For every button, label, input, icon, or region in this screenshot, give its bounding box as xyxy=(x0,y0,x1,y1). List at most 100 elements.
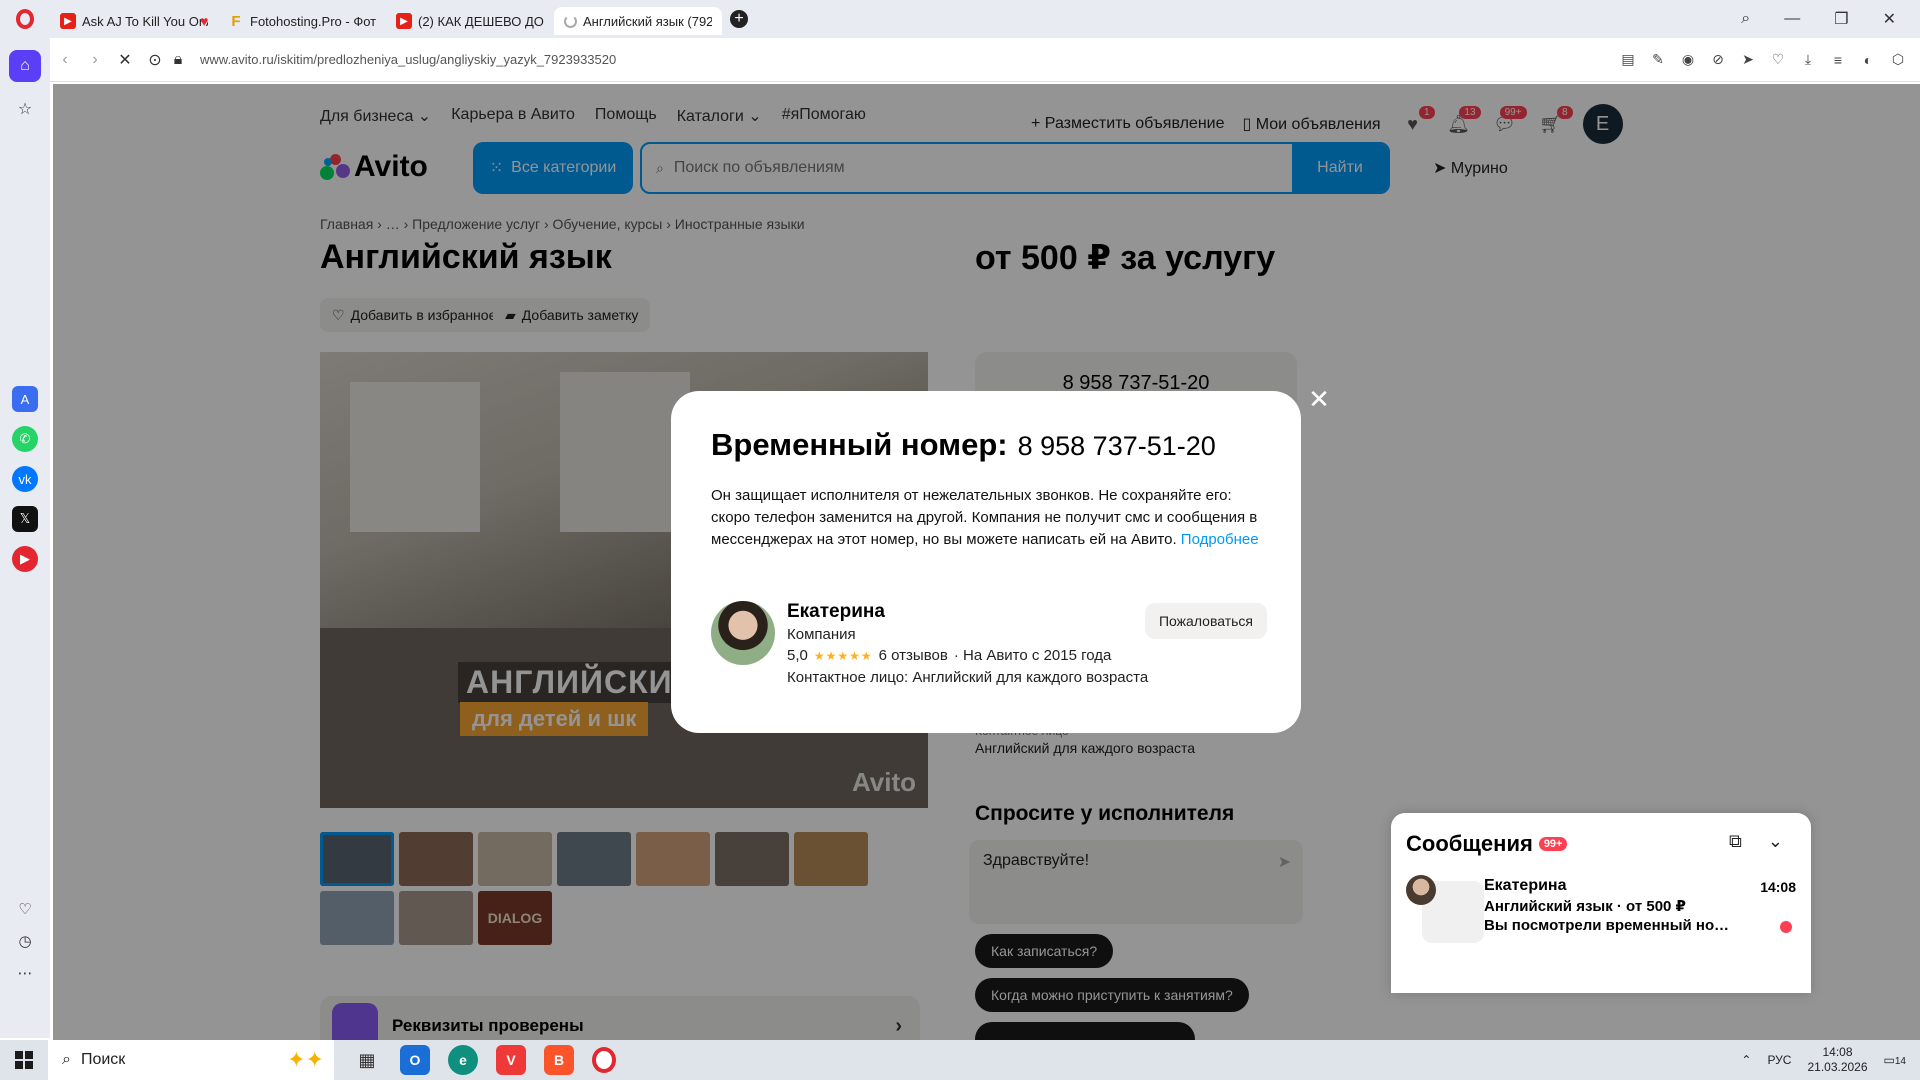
notifications-icon[interactable]: ▭14 xyxy=(1884,1053,1906,1067)
reader-icon[interactable]: ▤ xyxy=(1620,51,1636,68)
edge-icon[interactable]: e xyxy=(448,1045,478,1075)
star-icon: ★★★★★ xyxy=(813,648,873,663)
address-bar: ‹ › ✕ ⊙ 🔒︎ www.avito.ru/iskitim/predlozh… xyxy=(50,38,1920,82)
new-tab-button[interactable]: + xyxy=(730,10,748,28)
edit-icon[interactable]: ✎ xyxy=(1650,51,1666,68)
browser-sidebar: ⌂ ☆ A ✆ vk 𝕏 ▶ ♡ ◷ ⋯ xyxy=(0,38,50,1038)
clock-date: 21.03.2026 xyxy=(1807,1060,1868,1074)
tray-chevron-icon[interactable]: ⌃ xyxy=(1741,1053,1751,1067)
clock[interactable]: 14:08 21.03.2026 xyxy=(1807,1045,1867,1075)
collapse-chevron-icon[interactable]: ⌄ xyxy=(1768,831,1783,852)
message-sender: Екатерина xyxy=(1484,877,1567,894)
close-icon[interactable]: ✕ xyxy=(1306,386,1332,412)
fotohosting-icon: F xyxy=(231,12,241,30)
more-icon[interactable]: ⋯ xyxy=(12,960,38,986)
opera-icon[interactable] xyxy=(592,1047,616,1073)
browser-tab-2[interactable]: F Fotohosting.Pro - Фотохо xyxy=(218,7,386,35)
close-window-icon[interactable]: ✕ xyxy=(1883,9,1896,29)
temporary-number-dialog: Временный номер: 8 958 737-51-20 Он защи… xyxy=(671,391,1301,733)
messages-tools: ⧉ ⌄ xyxy=(1729,831,1783,852)
browser-tab-1[interactable]: ▶ Ask AJ To Kill You Or Ask ♥ xyxy=(50,7,218,35)
description-text: Он защищает исполнителя от нежелательных… xyxy=(711,487,1258,548)
language-indicator[interactable]: РУС xyxy=(1767,1053,1791,1067)
window-controls: ⌕ — ❐ ✕ xyxy=(1741,9,1920,29)
whatsapp-icon[interactable]: ✆ xyxy=(12,426,38,452)
address-bar-tools: ▤ ✎ ◉ ⊘ ➤ ♡ ⤓ ≡ ◐ ⬡ xyxy=(1620,51,1920,68)
search-icon: ⌕ xyxy=(62,1051,71,1068)
messages-title: Сообщения 99+ xyxy=(1406,831,1568,857)
youtube-icon: ▶ xyxy=(60,13,76,29)
youtube-icon: ▶ xyxy=(396,13,412,29)
download-icon[interactable]: ⤓ xyxy=(1800,51,1816,68)
easy-setup-icon[interactable]: ≡ xyxy=(1830,52,1846,68)
message-subject: Английский язык · от 500 ₽ xyxy=(1484,898,1686,915)
seller-type: Компания xyxy=(787,626,856,643)
favorites-heart-icon[interactable]: ♡ xyxy=(12,896,38,922)
music-player-icon[interactable]: ▶ xyxy=(12,546,38,572)
taskbar-search-label: Поиск xyxy=(80,1051,126,1068)
x-icon[interactable]: 𝕏 xyxy=(12,506,38,532)
taskbar-search[interactable]: ⌕ Поиск ✦✦ xyxy=(48,1040,334,1080)
unread-dot xyxy=(1780,921,1792,933)
tab-label: (2) КАК ДЕШЕВО ДОНАТИ xyxy=(418,13,544,29)
browser-tab-4-active[interactable]: Английский язык (79239 xyxy=(554,7,722,35)
task-view-icon[interactable]: ▦ xyxy=(352,1045,382,1075)
camera-icon[interactable]: ◉ xyxy=(1680,51,1696,68)
home-icon[interactable]: ⌂ xyxy=(9,50,41,82)
windows-taskbar: ⌕ Поиск ✦✦ ▦ O e V B ⌃ РУС 14:08 21.03.2… xyxy=(0,1040,1920,1080)
complain-button[interactable]: Пожаловаться xyxy=(1144,603,1267,639)
loading-icon xyxy=(564,14,577,28)
windows-start-icon[interactable] xyxy=(0,1040,48,1080)
back-icon[interactable]: ‹ xyxy=(50,51,80,69)
send-icon[interactable]: ➤ xyxy=(1740,51,1756,68)
tab-label: Fotohosting.Pro - Фотохо xyxy=(250,13,376,29)
minimize-icon[interactable]: — xyxy=(1784,10,1800,28)
taskbar-apps: ▦ O e V B xyxy=(352,1045,616,1075)
message-time: 14:08 xyxy=(1760,879,1796,895)
pinboards-icon[interactable]: ☆ xyxy=(12,96,38,122)
seller-name[interactable]: Екатерина xyxy=(787,601,885,623)
more-link[interactable]: Подробнее xyxy=(1181,531,1259,548)
messages-count-badge: 99+ xyxy=(1538,837,1568,851)
tab-label: Английский язык (79239 xyxy=(583,13,712,29)
open-external-icon[interactable]: ⧉ xyxy=(1729,831,1742,852)
browser-tab-bar: ▶ Ask AJ To Kill You Or Ask ♥ F Fotohost… xyxy=(0,0,1920,38)
maximize-icon[interactable]: ❐ xyxy=(1834,9,1848,29)
reviews-link[interactable]: 6 отзывов xyxy=(879,647,948,664)
dialog-description: Он защищает исполнителя от нежелательных… xyxy=(711,485,1271,551)
adblock-icon[interactable]: ⊘ xyxy=(1710,51,1726,68)
lock-icon: 🔒︎ xyxy=(173,50,183,68)
outlook-icon[interactable]: O xyxy=(400,1045,430,1075)
system-tray: ⌃ РУС 14:08 21.03.2026 ▭14 xyxy=(1741,1045,1920,1075)
vk-icon[interactable]: vk xyxy=(12,466,38,492)
location-pin-icon[interactable]: ⊙ xyxy=(140,50,170,70)
avatar xyxy=(1406,875,1436,905)
temporary-phone-number: 8 958 737-51-20 xyxy=(1017,431,1216,461)
history-icon[interactable]: ◷ xyxy=(12,928,38,954)
seller-contact: Контактное лицо: Английский для каждого … xyxy=(787,669,1149,686)
messages-panel: Сообщения 99+ ⧉ ⌄ Екатерина Английский я… xyxy=(1391,813,1811,993)
tab-label: Ask AJ To Kill You Or Ask xyxy=(82,13,208,29)
avatar[interactable] xyxy=(711,601,775,665)
seller-rating: 5,0 ★★★★★ 6 отзывов · На Авито с 2015 го… xyxy=(787,647,1111,664)
message-preview: Вы посмотрели временный ном… xyxy=(1484,917,1736,934)
opera-menu-icon[interactable] xyxy=(0,0,50,38)
rating-value: 5,0 xyxy=(787,647,808,664)
copilot-sparkle-icon: ✦✦ xyxy=(287,1047,324,1072)
dialog-title: Временный номер: 8 958 737-51-20 xyxy=(711,427,1261,463)
extensions-icon[interactable]: ⬡ xyxy=(1890,51,1906,68)
clock-time: 14:08 xyxy=(1822,1045,1853,1059)
profile-icon[interactable]: ◐ xyxy=(1860,52,1876,68)
vivaldi-icon[interactable]: V xyxy=(496,1045,526,1075)
bookmark-heart-icon[interactable]: ♡ xyxy=(1770,51,1786,68)
stop-loading-icon[interactable]: ✕ xyxy=(110,50,140,70)
heart-icon: ♥ xyxy=(200,13,209,29)
brave-icon[interactable]: B xyxy=(544,1045,574,1075)
search-tabs-icon[interactable]: ⌕ xyxy=(1741,10,1750,28)
dialog-title-text: Временный номер: xyxy=(711,427,1008,462)
aria-icon[interactable]: A xyxy=(12,386,38,412)
browser-tab-3[interactable]: ▶ (2) КАК ДЕШЕВО ДОНАТИ xyxy=(386,7,554,35)
list-item[interactable]: Екатерина Английский язык · от 500 ₽ Вы … xyxy=(1406,875,1796,943)
forward-icon[interactable]: › xyxy=(80,51,110,69)
url-field[interactable]: www.avito.ru/iskitim/predlozheniya_uslug… xyxy=(200,52,616,67)
